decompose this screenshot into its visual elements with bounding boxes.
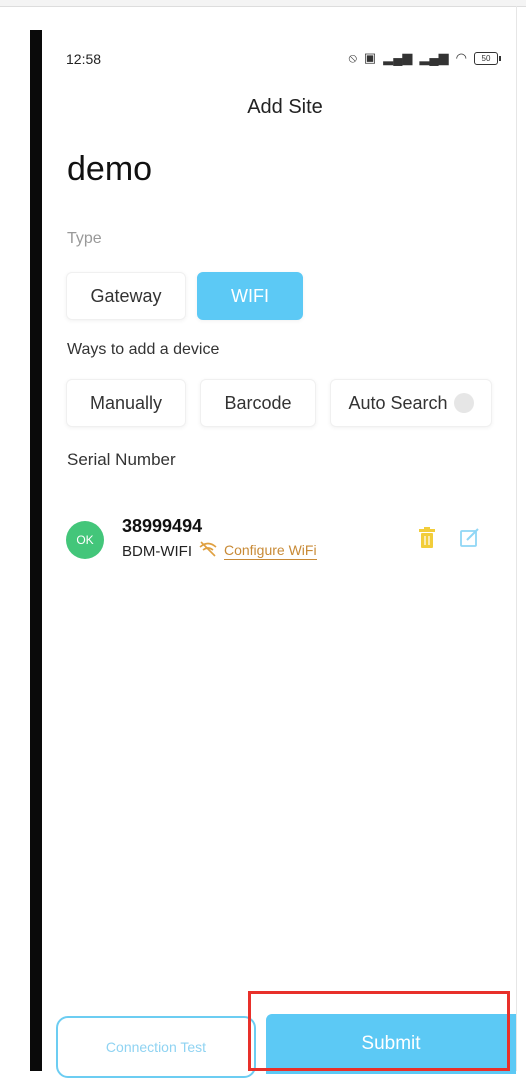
signal-icon-sim2: ▂▄▆	[419, 50, 449, 65]
hd-icon: ▣	[363, 50, 377, 65]
trash-icon[interactable]	[418, 527, 436, 549]
configure-wifi-link[interactable]: Configure WiFi	[223, 542, 317, 560]
ways-label: Ways to add a device	[67, 341, 220, 358]
auto-search-button[interactable]: Auto Search	[330, 379, 492, 427]
wifi-icon: ◠	[455, 50, 467, 65]
page-title: Add Site	[247, 96, 323, 118]
status-bar: 12:58 ⦸ ▣ ▂▄▆ ▂▄▆ ◠ 50	[66, 50, 506, 70]
barcode-button[interactable]: Barcode	[200, 379, 316, 427]
screenshot-left-edge	[30, 30, 42, 1071]
type-wifi-button[interactable]: WIFI	[197, 272, 303, 320]
status-time: 12:58	[66, 51, 102, 67]
edit-icon[interactable]	[460, 528, 480, 548]
manually-button[interactable]: Manually	[66, 379, 186, 427]
screenshot-right-border	[516, 6, 517, 1071]
type-label: Type	[67, 230, 102, 247]
device-subline: BDM-WIFI Configure WiFi	[122, 541, 317, 561]
wifi-off-icon	[198, 541, 218, 561]
device-model: BDM-WIFI	[122, 542, 192, 560]
status-icons: ⦸ ▣ ▂▄▆ ▂▄▆ ◠ 50	[348, 50, 501, 66]
device-status-badge: OK	[66, 521, 104, 559]
highlight-box	[248, 991, 510, 1071]
device-serial: 38999494	[122, 516, 203, 536]
device-list-item: OK 38999494 BDM-WIFI Configure WiFi	[66, 516, 496, 566]
site-name: demo	[67, 150, 153, 188]
auto-search-label: Auto Search	[348, 392, 448, 413]
connection-test-button[interactable]: Connection Test	[56, 1016, 256, 1078]
serial-number-label: Serial Number	[67, 450, 176, 469]
signal-icon-sim1: ▂▄▆	[383, 50, 413, 65]
screenshot-top-border	[0, 0, 526, 7]
battery-icon: 50	[474, 51, 501, 65]
alarm-off-icon: ⦸	[348, 50, 357, 65]
info-icon[interactable]	[453, 393, 474, 413]
type-gateway-button[interactable]: Gateway	[66, 272, 186, 320]
